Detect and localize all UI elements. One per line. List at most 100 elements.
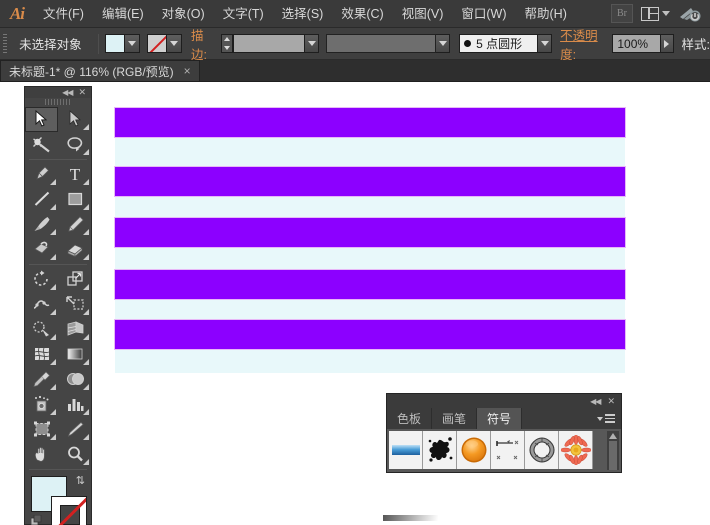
close-icon[interactable]: ✕: [78, 87, 86, 98]
menu-item-edit[interactable]: 编辑(E): [93, 0, 153, 28]
tool-blob-brush[interactable]: [25, 237, 58, 262]
stroke-weight-dropdown-icon[interactable]: [305, 34, 319, 53]
tool-rotate[interactable]: [25, 267, 58, 292]
tool-paintbrush[interactable]: [25, 212, 58, 237]
stroke-profile-dropdown-icon[interactable]: [436, 34, 450, 53]
tool-hand[interactable]: [25, 442, 58, 467]
stroke-swatch-none[interactable]: [146, 34, 167, 53]
stray-artifact: [383, 515, 438, 521]
tool-zoom[interactable]: [58, 442, 91, 467]
fill-dropdown-icon[interactable]: [124, 34, 140, 53]
tool-column-graph[interactable]: [58, 392, 91, 417]
document-tab-bar: 未标题-1* @ 116% (RGB/预览) ×: [0, 60, 710, 82]
tool-width[interactable]: [25, 292, 58, 317]
tools-grid-3: [25, 267, 91, 467]
divider: [29, 158, 87, 160]
tool-eraser[interactable]: [58, 237, 91, 262]
tool-scale[interactable]: [58, 267, 91, 292]
stroke-dropdown-icon[interactable]: [166, 34, 182, 53]
tool-slice[interactable]: [58, 417, 91, 442]
workspace-switcher-button[interactable]: [637, 3, 674, 25]
tool-mesh[interactable]: [25, 342, 58, 367]
artwork-striped-pattern[interactable]: [115, 108, 625, 373]
divider: [29, 263, 87, 265]
swap-fill-stroke-icon[interactable]: ⇅: [76, 474, 85, 487]
control-bar-grip[interactable]: [0, 28, 9, 60]
symbol-red-daisy-flower[interactable]: [559, 431, 593, 469]
artwork-stripe[interactable]: [115, 167, 625, 196]
tools-grid-1: [25, 106, 91, 157]
opacity-label[interactable]: 不透明度:: [560, 25, 609, 63]
menu-item-select[interactable]: 选择(S): [273, 0, 333, 28]
default-fill-stroke-icon[interactable]: [30, 514, 42, 525]
tool-direct-selection[interactable]: [58, 107, 91, 132]
symbols-panel-titlebar[interactable]: ◀◀ ✕: [387, 394, 621, 408]
symbols-scrollbar[interactable]: [607, 431, 619, 470]
selection-status-label: 未选择对象: [19, 38, 82, 52]
symbol-orange-sphere[interactable]: [457, 431, 491, 469]
creative-cloud-icon[interactable]: [678, 4, 702, 24]
stroke-color-swatch-none[interactable]: [51, 495, 87, 525]
tool-type[interactable]: T: [58, 162, 91, 187]
tool-gradient[interactable]: [58, 342, 91, 367]
stroke-weight-input[interactable]: [233, 34, 306, 53]
collapse-icon[interactable]: ◀◀: [590, 397, 601, 406]
tool-magic-wand[interactable]: [25, 132, 58, 157]
tool-pen[interactable]: [25, 162, 58, 187]
tab-swatches[interactable]: 色板: [387, 408, 433, 429]
stroke-profile-input[interactable]: [326, 34, 437, 53]
stroke-weight-label: 描边:: [190, 28, 207, 62]
artwork-stripe[interactable]: [115, 270, 625, 299]
menu-item-type[interactable]: 文字(T): [214, 0, 273, 28]
tool-perspective-grid[interactable]: [58, 317, 91, 342]
symbol-gray-ring[interactable]: [525, 431, 559, 469]
stroke-color-control[interactable]: [146, 34, 182, 53]
tab-brushes[interactable]: 画笔: [432, 408, 478, 429]
menu-item-view[interactable]: 视图(V): [393, 0, 453, 28]
brush-definition-label: 5 点圆形: [476, 37, 523, 51]
menu-item-effect[interactable]: 效果(C): [332, 0, 392, 28]
tool-rectangle[interactable]: [58, 187, 91, 212]
scroll-up-icon[interactable]: [609, 433, 617, 439]
artwork-stripe[interactable]: [115, 320, 625, 349]
brush-dot-icon: [464, 40, 472, 47]
tool-artboard[interactable]: [25, 417, 58, 442]
tool-symbol-sprayer[interactable]: [25, 392, 58, 417]
symbol-thin-line-drawing[interactable]: [491, 431, 525, 469]
tool-selection[interactable]: [25, 106, 58, 132]
menu-item-help[interactable]: 帮助(H): [516, 0, 576, 28]
illustrator-window: Ai 文件(F) 编辑(E) 对象(O) 文字(T) 选择(S) 效果(C) 视…: [0, 0, 710, 525]
tool-blend[interactable]: [58, 367, 91, 392]
symbol-blue-gradient-bar[interactable]: [389, 431, 423, 469]
fill-swatch[interactable]: [104, 34, 125, 53]
close-icon[interactable]: ✕: [607, 396, 615, 407]
document-tab[interactable]: 未标题-1* @ 116% (RGB/预览) ×: [0, 60, 200, 81]
fill-color-control[interactable]: [104, 34, 140, 53]
opacity-dropdown-icon[interactable]: [660, 34, 675, 53]
tool-free-transform[interactable]: [58, 292, 91, 317]
brush-definition-dropdown-icon[interactable]: [538, 34, 552, 53]
opacity-input[interactable]: 100%: [612, 34, 661, 53]
tool-shape-builder[interactable]: [25, 317, 58, 342]
collapse-icon[interactable]: ◀◀: [62, 88, 73, 97]
tool-eyedropper[interactable]: [25, 367, 58, 392]
tool-line-segment[interactable]: [25, 187, 58, 212]
scrollbar-thumb[interactable]: [609, 441, 617, 470]
symbols-panel-tabs: 色板 画笔 符号: [387, 408, 621, 429]
panel-menu-icon[interactable]: [597, 408, 621, 429]
menu-item-file[interactable]: 文件(F): [34, 0, 93, 28]
tools-panel: ◀◀ ✕ T ⇅: [24, 86, 92, 525]
stroke-weight-stepper[interactable]: [221, 34, 234, 53]
tools-panel-grip[interactable]: [25, 98, 91, 107]
tool-pencil[interactable]: [58, 212, 91, 237]
tab-symbols[interactable]: 符号: [477, 408, 523, 429]
artwork-stripe[interactable]: [115, 108, 625, 137]
brush-definition-field[interactable]: 5 点圆形: [459, 34, 539, 53]
close-icon[interactable]: ×: [184, 65, 191, 77]
symbol-ink-splat[interactable]: [423, 431, 457, 469]
tool-lasso[interactable]: [58, 132, 91, 157]
menu-item-window[interactable]: 窗口(W): [452, 0, 515, 28]
bridge-icon[interactable]: Br: [611, 4, 633, 23]
artwork-stripe[interactable]: [115, 218, 625, 247]
menu-item-object[interactable]: 对象(O): [153, 0, 214, 28]
